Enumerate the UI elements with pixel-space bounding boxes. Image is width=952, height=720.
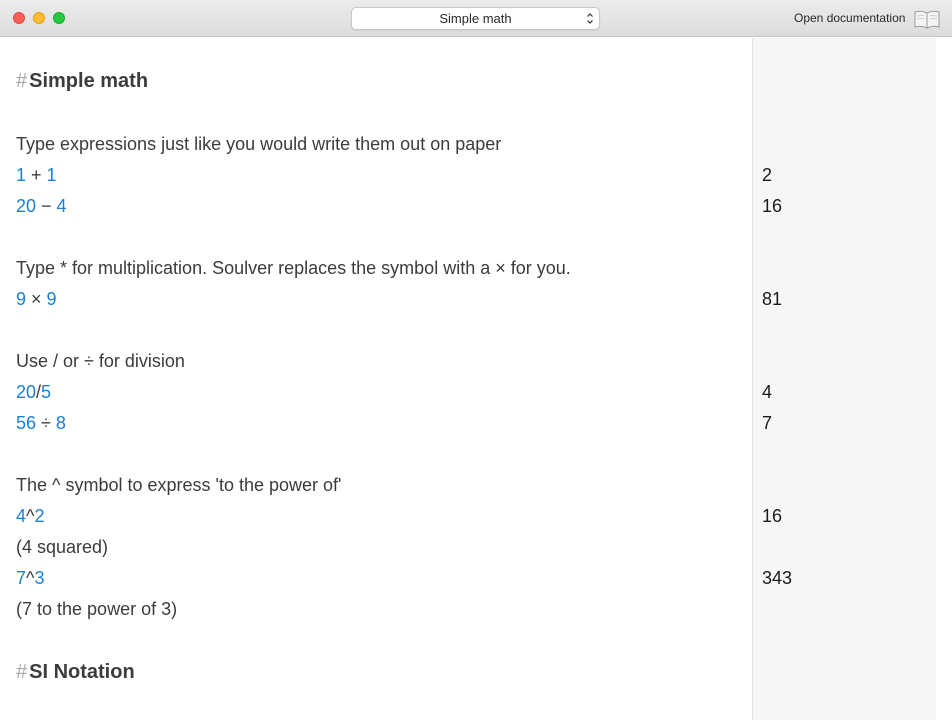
note-line: (4 squared) <box>16 537 109 557</box>
number-token: 7 <box>16 568 27 588</box>
open-documentation-link[interactable]: Open documentation <box>794 11 905 25</box>
window-edge <box>936 38 952 720</box>
result-value[interactable]: 4 <box>762 380 772 404</box>
result-value[interactable]: 16 <box>762 194 782 218</box>
expression-line[interactable]: 7^3 <box>16 566 44 590</box>
expression-line[interactable]: 9 × 9 <box>16 287 57 311</box>
expression-line[interactable]: 56 ÷ 8 <box>16 411 66 435</box>
number-token: 2 <box>34 506 45 526</box>
comment-line: Use / or ÷ for division <box>16 351 185 371</box>
document-select-label: Simple math <box>439 11 512 26</box>
comment-line: Type expressions just like you would wri… <box>16 134 502 154</box>
expression-line[interactable]: 20/5 <box>16 380 51 404</box>
number-token: 9 <box>16 289 27 309</box>
close-window-button[interactable] <box>13 12 25 24</box>
zoom-window-button[interactable] <box>53 12 65 24</box>
number-token: 20 <box>16 382 37 402</box>
number-token: 1 <box>16 165 27 185</box>
result-value[interactable]: 81 <box>762 287 782 311</box>
sheet-editor[interactable]: # Simple math Type expressions just like … <box>0 38 752 720</box>
operator-token: + <box>26 165 47 185</box>
number-token: 9 <box>46 289 57 309</box>
chevron-updown-icon <box>587 13 593 24</box>
title-bar: Simple math Open documentation <box>0 0 952 37</box>
expression-line[interactable]: 4^2 <box>16 504 44 528</box>
number-token: 4 <box>56 196 67 216</box>
result-value[interactable]: 343 <box>762 566 792 590</box>
number-token: 56 <box>16 413 37 433</box>
number-token: 8 <box>55 413 66 433</box>
operator-token: ÷ <box>36 413 56 433</box>
document-select[interactable]: Simple math <box>351 7 600 30</box>
number-token: 5 <box>41 382 52 402</box>
heading-text: SI Notation <box>29 661 135 683</box>
number-token: 3 <box>34 568 45 588</box>
number-token: 4 <box>16 506 27 526</box>
result-value[interactable]: 2 <box>762 163 772 187</box>
minimize-window-button[interactable] <box>33 12 45 24</box>
number-token: 20 <box>16 196 37 216</box>
heading-hash: # <box>16 70 28 92</box>
note-line: (7 to the power of 3) <box>16 599 178 619</box>
heading-text: Simple math <box>29 70 149 92</box>
results-column: 2 16 81 4 7 16 343 <box>752 38 936 720</box>
operator-token: − <box>36 196 57 216</box>
result-value[interactable]: 7 <box>762 411 772 435</box>
heading-hash: # <box>16 661 28 683</box>
heading-simple-math: # Simple math <box>16 69 148 93</box>
number-token: 1 <box>46 165 57 185</box>
result-value[interactable]: 16 <box>762 504 782 528</box>
heading-si-notation: # SI Notation <box>16 660 135 684</box>
book-icon[interactable] <box>913 8 941 30</box>
comment-line: The ^ symbol to express 'to the power of… <box>16 475 342 495</box>
operator-token: × <box>26 289 47 309</box>
expression-line[interactable]: 1 + 1 <box>16 163 57 187</box>
comment-line: Type * for multiplication. Soulver repla… <box>16 258 571 278</box>
expression-line[interactable]: 20 − 4 <box>16 194 67 218</box>
